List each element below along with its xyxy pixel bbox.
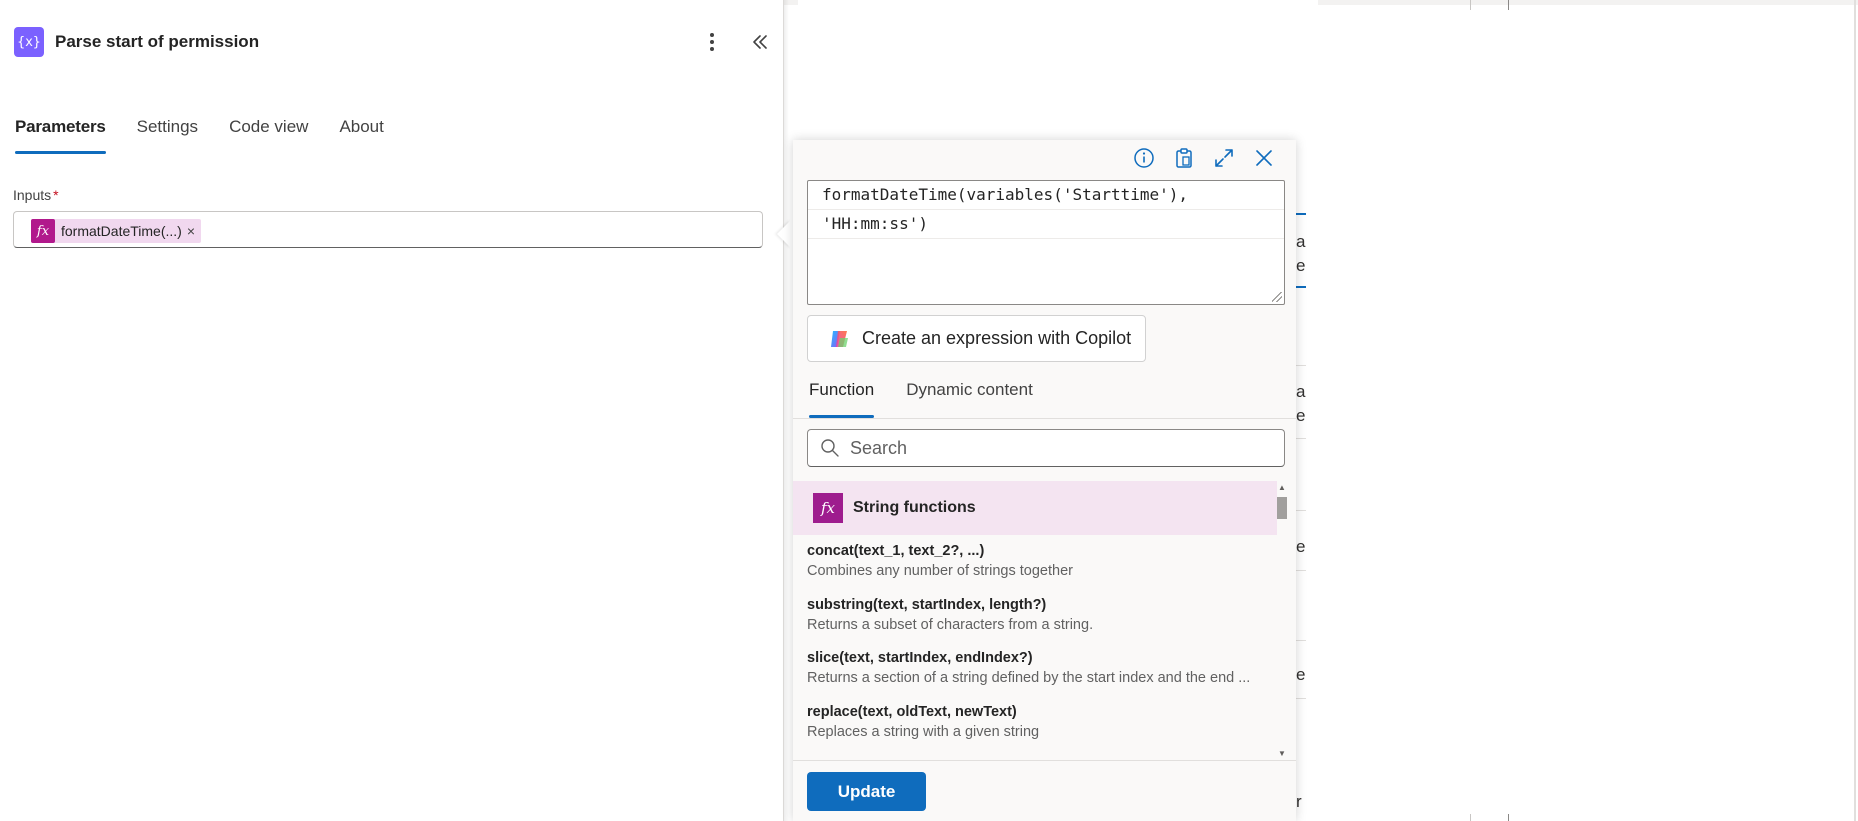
function-group-header[interactable]: fx String functions xyxy=(793,481,1277,535)
tab-label: Parameters xyxy=(15,117,106,136)
list-item[interactable]: replace(text, oldText, newText) Replaces… xyxy=(793,696,1277,750)
tab-function[interactable]: Function xyxy=(809,378,875,418)
inputs-label: Inputs * xyxy=(13,187,59,203)
tab-label: Settings xyxy=(136,117,199,136)
close-button[interactable] xyxy=(1250,144,1278,172)
canvas-connector xyxy=(1470,0,1471,10)
group-title: String functions xyxy=(853,499,976,516)
background-fragment-text: e xyxy=(1296,665,1306,684)
background-fragment-text: e xyxy=(1296,256,1306,275)
background-fragment-text: a xyxy=(1296,232,1306,251)
list-item[interactable]: slice(text, startIndex, endIndex?) Retur… xyxy=(793,642,1277,696)
function-signature: slice(text, startIndex, endIndex?) xyxy=(807,650,1033,666)
collapse-panel-button[interactable] xyxy=(746,28,774,56)
tab-parameters[interactable]: Parameters xyxy=(15,112,106,154)
canvas-connector xyxy=(1508,0,1509,10)
create-with-copilot-button[interactable]: Create an expression with Copilot xyxy=(807,315,1146,362)
expression-token[interactable]: fx formatDateTime(...) × xyxy=(31,219,202,243)
background-fragment-text: r xyxy=(1296,792,1302,811)
double-chevron-left-icon xyxy=(753,35,767,49)
tab-dynamic-content[interactable]: Dynamic content xyxy=(906,378,1033,418)
function-signature: replace(text, oldText, newText) xyxy=(807,703,1017,720)
function-list: fx String functions concat(text_1, text_… xyxy=(793,481,1296,759)
canvas-connector xyxy=(1470,814,1471,821)
function-fx-icon: fx xyxy=(813,493,843,523)
list-item[interactable]: substring(text, startIndex, length?) Ret… xyxy=(793,589,1277,643)
variable-braces-icon: {x} xyxy=(14,27,44,57)
expression-tabs: Function Dynamic content xyxy=(809,378,1065,418)
paste-button[interactable] xyxy=(1170,144,1198,172)
inputs-label-text: Inputs xyxy=(13,187,52,203)
scroll-up-arrow-icon[interactable]: ▲ xyxy=(1276,481,1288,493)
info-icon xyxy=(1134,148,1154,168)
expression-line-1: formatDateTime(variables('Starttime'), xyxy=(822,185,1189,204)
background-fragment-text: a xyxy=(1296,382,1306,401)
panel-title[interactable]: Parse start of permission xyxy=(55,32,259,52)
search-icon xyxy=(821,439,839,457)
copilot-button-label: Create an expression with Copilot xyxy=(862,328,1132,348)
scroll-down-arrow-icon[interactable]: ▼ xyxy=(1276,747,1288,759)
tab-about[interactable]: About xyxy=(339,112,383,154)
canvas-connector xyxy=(1508,814,1509,821)
expression-editor-popup: formatDateTime(variables('Starttime'), '… xyxy=(793,140,1296,821)
function-description: Returns a section of a string defined by… xyxy=(807,670,1251,686)
list-item[interactable]: concat(text_1, text_2?, ...) Combines an… xyxy=(793,535,1277,589)
search-input[interactable] xyxy=(850,437,1270,459)
background-fragment-text: e xyxy=(1296,406,1306,425)
expression-token-label: formatDateTime(...) xyxy=(61,223,182,239)
scroll-thumb[interactable] xyxy=(1277,497,1287,519)
clipboard-icon xyxy=(1176,148,1192,168)
function-signature: substring(text, startIndex, length?) xyxy=(807,596,1047,613)
resize-handle[interactable] xyxy=(1272,292,1282,302)
function-fx-icon: fx xyxy=(31,219,55,243)
panel-header: {x} Parse start of permission xyxy=(14,27,774,57)
tab-label: About xyxy=(339,117,384,136)
function-description: Returns a subset of characters from a st… xyxy=(807,616,1094,633)
required-marker: * xyxy=(53,187,59,203)
copilot-icon xyxy=(831,330,848,347)
list-scrollbar[interactable]: ▲ ▼ xyxy=(1276,481,1288,759)
more-options-button[interactable] xyxy=(698,28,726,56)
close-icon xyxy=(1256,150,1272,166)
panel-tabs: Parameters Settings Code view About xyxy=(15,112,415,154)
expression-line-2: 'HH:mm:ss') xyxy=(808,209,1284,239)
popup-callout-arrow xyxy=(777,220,791,248)
action-details-panel: {x} Parse start of permission Parameters… xyxy=(0,0,789,821)
function-description: Combines any number of strings together xyxy=(807,563,1073,579)
canvas-edge xyxy=(1854,0,1856,821)
function-search xyxy=(807,429,1285,467)
popup-toolbar xyxy=(1130,144,1278,172)
expression-textarea[interactable]: formatDateTime(variables('Starttime'), '… xyxy=(807,180,1285,305)
info-button[interactable] xyxy=(1130,144,1158,172)
update-button[interactable]: Update xyxy=(807,772,926,811)
tab-settings[interactable]: Settings xyxy=(137,112,198,154)
function-signature: concat(text_1, text_2?, ...) xyxy=(807,543,985,559)
remove-token-button[interactable]: × xyxy=(187,223,195,239)
tab-code-view[interactable]: Code view xyxy=(229,112,308,154)
canvas-top-strip xyxy=(784,0,1858,5)
tab-label: Code view xyxy=(229,117,309,136)
expand-button[interactable] xyxy=(1210,144,1238,172)
expand-icon xyxy=(1215,149,1233,167)
inputs-field[interactable]: fx formatDateTime(...) × xyxy=(13,211,763,248)
more-vertical-icon xyxy=(710,33,714,51)
function-description: Replaces a string with a given string xyxy=(807,723,1040,740)
background-fragment-text: e xyxy=(1296,537,1306,556)
